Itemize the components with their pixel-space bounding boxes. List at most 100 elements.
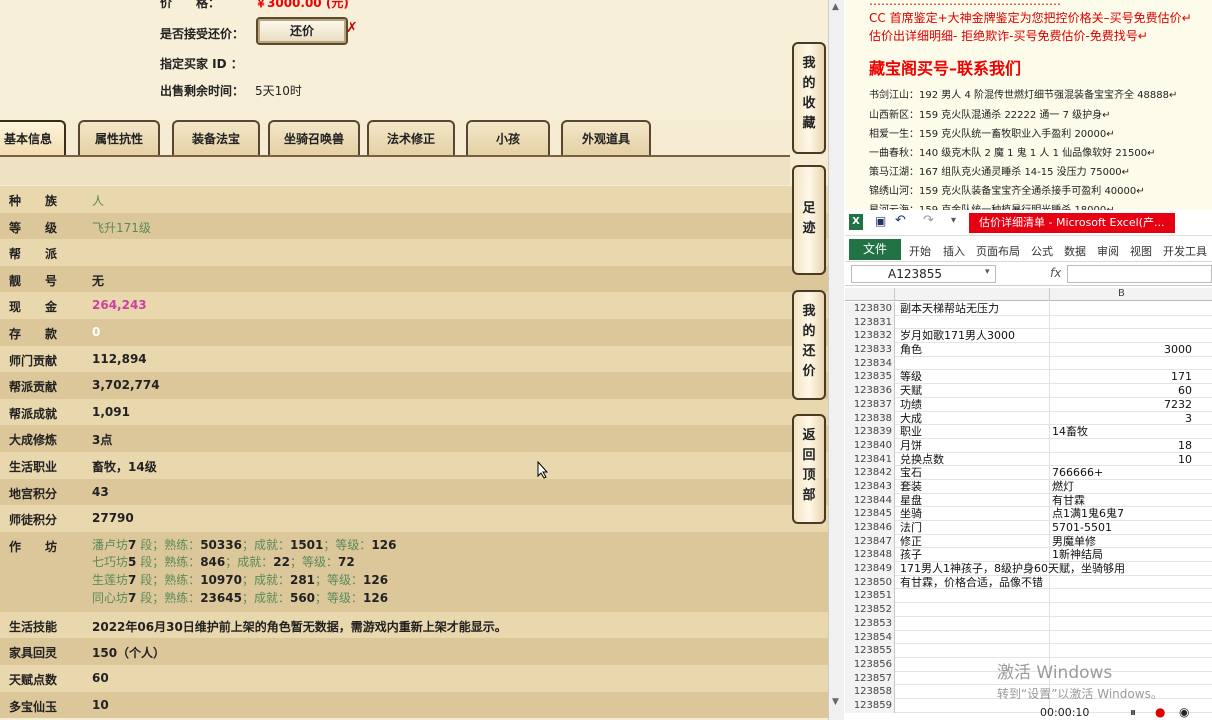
cell-b-number[interactable]: 171	[1171, 370, 1192, 384]
sheet-row[interactable]: 123843 套装 燃灯	[845, 479, 1212, 494]
sheet-row[interactable]: 123836 天赋 60	[845, 384, 1212, 398]
back-to-top-button[interactable]: 返回顶部	[792, 414, 826, 524]
sheet-row[interactable]: 123839 职业 14畜牧	[845, 425, 1212, 439]
row-number[interactable]: 123858	[845, 685, 895, 699]
cell-b-number[interactable]: 10	[1178, 453, 1192, 467]
row-number[interactable]: 123850	[845, 575, 895, 590]
row-number[interactable]: 123834	[845, 356, 895, 371]
cell-a[interactable]: 角色	[900, 343, 922, 357]
sheet-row[interactable]: 123853	[845, 616, 1212, 631]
pause-icon[interactable]: ⏸	[1130, 705, 1136, 720]
cell-b[interactable]: 1新神结局	[1052, 548, 1103, 562]
row-number[interactable]: 123830	[845, 302, 895, 316]
stop-icon[interactable]: ●	[1155, 705, 1165, 719]
row-number[interactable]: 123832	[845, 329, 895, 344]
row-number[interactable]: 123854	[845, 630, 895, 645]
redo-icon[interactable]: ↷	[923, 213, 934, 228]
tab-attributes[interactable]: 属性抗性	[78, 120, 160, 156]
ribbon-tab-developer[interactable]: 开发工具	[1163, 243, 1207, 259]
sheet-row[interactable]: 123840 月饼 18	[845, 438, 1212, 453]
formula-input[interactable]	[1067, 265, 1212, 283]
sheet-row[interactable]: 123855	[845, 644, 1212, 658]
cell-b-number[interactable]: 18	[1178, 439, 1192, 453]
column-header-b[interactable]: B	[1118, 288, 1125, 299]
cell-a[interactable]: 天赋	[900, 384, 922, 398]
ribbon-tab-page-layout[interactable]: 页面布局	[976, 243, 1020, 259]
ribbon-tab-formulas[interactable]: 公式	[1031, 243, 1053, 259]
sheet-row[interactable]: 123830 副本天梯帮站无压力	[845, 302, 1212, 316]
close-icon[interactable]: ✗	[346, 20, 358, 36]
cell-a[interactable]: 职业	[900, 425, 922, 439]
counter-offer-button[interactable]: 还价	[256, 17, 348, 45]
sheet-row[interactable]: 123849 171男人1神孩子，8级护身60天赋，坐骑够用	[845, 562, 1212, 576]
cell-a[interactable]: 坐骑	[900, 507, 922, 521]
tab-mounts-pets[interactable]: 坐骑召唤兽	[268, 120, 360, 156]
ribbon-tab-home[interactable]: 开始	[909, 243, 931, 259]
cell-b[interactable]: 有甘霖	[1052, 494, 1085, 508]
row-number[interactable]: 123843	[845, 479, 895, 494]
row-number[interactable]: 123859	[845, 698, 895, 713]
sheet-row[interactable]: 123834	[845, 356, 1212, 371]
row-number[interactable]: 123842	[845, 466, 895, 480]
cell-a[interactable]: 岁月如歌171男人3000	[900, 329, 1015, 343]
cell-a[interactable]: 孩子	[900, 548, 922, 562]
row-number[interactable]: 123840	[845, 438, 895, 453]
sheet-row[interactable]: 123852	[845, 603, 1212, 617]
sheet-row[interactable]: 123848 孩子 1新神结局	[845, 548, 1212, 563]
footprints-button[interactable]: 足迹	[792, 165, 826, 275]
row-number[interactable]: 123851	[845, 589, 895, 604]
row-number[interactable]: 123837	[845, 397, 895, 412]
cell-b[interactable]: 点1满1鬼6鬼7	[1052, 507, 1124, 521]
row-number[interactable]: 123841	[845, 452, 895, 467]
sheet-row[interactable]: 123835 等级 171	[845, 370, 1212, 385]
row-number[interactable]: 123855	[845, 644, 895, 658]
select-all-corner[interactable]	[845, 288, 895, 301]
cell-a[interactable]: 171男人1神孩子，8级护身60天赋，坐骑够用	[900, 562, 1125, 576]
name-box-dropdown-icon[interactable]: ▾	[985, 267, 990, 277]
sheet-row[interactable]: 123833 角色 3000	[845, 343, 1212, 357]
row-number[interactable]: 123846	[845, 521, 895, 535]
my-counter-offers-button[interactable]: 我的还价	[792, 290, 826, 400]
sheet-row[interactable]: 123850 有甘霖，价格合适，品像不错	[845, 575, 1212, 590]
name-box[interactable]: A123855	[851, 265, 996, 283]
sheet-row[interactable]: 123841 兑换点数 10	[845, 452, 1212, 467]
ribbon-tab-review[interactable]: 审阅	[1097, 243, 1119, 259]
tab-basic-info[interactable]: 基本信息	[0, 120, 66, 156]
row-number[interactable]: 123833	[845, 343, 895, 357]
row-number[interactable]: 123848	[845, 548, 895, 563]
sheet-row[interactable]: 123845 坐骑 点1满1鬼6鬼7	[845, 507, 1212, 521]
sheet-row[interactable]: 123844 星盘 有甘霖	[845, 493, 1212, 508]
scroll-up-icon[interactable]: ▲	[832, 2, 839, 12]
quick-access-dropdown-icon[interactable]: ▾	[951, 215, 956, 226]
sheet-row[interactable]: 123838 大成 3	[845, 411, 1212, 426]
cell-a[interactable]: 套装	[900, 480, 922, 494]
sheet-row[interactable]: 123842 宝石 766666+	[845, 466, 1212, 480]
cell-a[interactable]: 等级	[900, 370, 922, 384]
cell-a[interactable]: 大成	[900, 412, 922, 426]
row-number[interactable]: 123836	[845, 384, 895, 398]
row-number[interactable]: 123835	[845, 370, 895, 385]
cell-b-number[interactable]: 3000	[1164, 343, 1192, 357]
sheet-row[interactable]: 123837 功绩 7232	[845, 397, 1212, 412]
row-number[interactable]: 123847	[845, 534, 895, 549]
row-number[interactable]: 123857	[845, 671, 895, 686]
ribbon-tab-insert[interactable]: 插入	[943, 243, 965, 259]
row-number[interactable]: 123849	[845, 562, 895, 576]
tab-equipment[interactable]: 装备法宝	[172, 120, 260, 156]
cell-a[interactable]: 法门	[900, 521, 922, 535]
sheet-row[interactable]: 123851	[845, 589, 1212, 604]
camera-icon[interactable]: ◉	[1179, 705, 1189, 719]
cell-b-number[interactable]: 60	[1178, 384, 1192, 398]
cell-b[interactable]: 燃灯	[1052, 480, 1074, 494]
row-number[interactable]: 123852	[845, 603, 895, 617]
ribbon-tab-view[interactable]: 视图	[1130, 243, 1152, 259]
cell-a[interactable]: 月饼	[900, 439, 922, 453]
row-number[interactable]: 123856	[845, 657, 895, 672]
file-tab[interactable]: 文件	[849, 239, 901, 260]
cell-b[interactable]: 14畜牧	[1052, 425, 1088, 439]
undo-icon[interactable]: ↶	[895, 213, 906, 228]
save-icon[interactable]: ▣	[875, 214, 886, 228]
cell-b[interactable]: 男魔单修	[1052, 535, 1096, 549]
ribbon-tab-data[interactable]: 数据	[1064, 243, 1086, 259]
row-number[interactable]: 123839	[845, 425, 895, 439]
